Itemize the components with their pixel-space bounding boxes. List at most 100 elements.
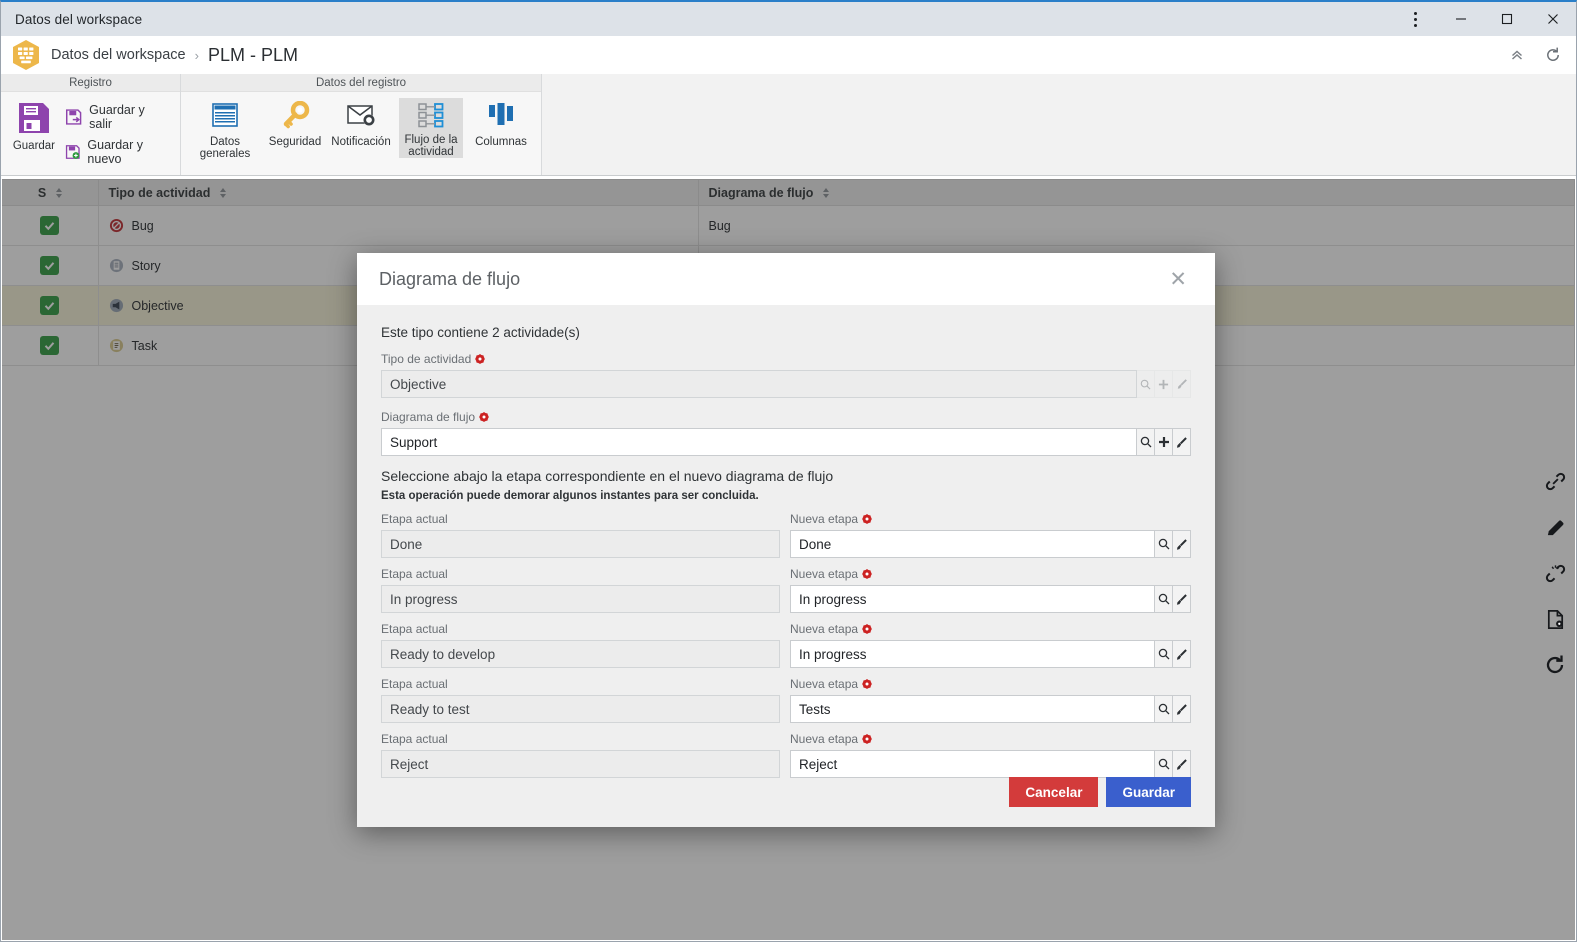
add-icon: [1158, 379, 1169, 389]
field-activity-type-row: Objective: [381, 370, 1191, 398]
new-stage-input[interactable]: In progress: [790, 585, 1155, 613]
activity-type-clear-button: [1173, 370, 1191, 398]
save-button-label: Guardar: [12, 140, 56, 152]
required-icon: [479, 412, 489, 422]
new-stage-label-text: Nueva etapa: [790, 622, 859, 636]
ribbon-group-registro: Registro Guardar Guardar y salir Guardar…: [1, 74, 181, 175]
seguridad-button[interactable]: Seguridad: [267, 98, 323, 148]
dialog-title: Diagrama de flujo: [379, 268, 521, 289]
application-window: Datos del workspace Datos del workspace …: [0, 0, 1577, 942]
new-stage-search-button[interactable]: [1155, 695, 1173, 723]
window-controls: [1392, 2, 1576, 36]
new-stage-search-button[interactable]: [1155, 585, 1173, 613]
new-stage-clear-button[interactable]: [1173, 585, 1191, 613]
save-and-new-label: Guardar y nuevo: [87, 138, 144, 166]
new-stage-label-text: Nueva etapa: [790, 677, 859, 691]
save-and-new-icon: [65, 145, 80, 159]
save-and-new-button[interactable]: Guardar y nuevo: [61, 136, 172, 168]
new-stage-label-text: Nueva etapa: [790, 732, 859, 746]
activity-flow-icon: [418, 103, 444, 128]
new-stage-search-button[interactable]: [1155, 640, 1173, 668]
new-stage-input[interactable]: In progress: [790, 640, 1155, 668]
general-data-icon: [212, 103, 238, 127]
save-button[interactable]: Guardar: [9, 96, 59, 152]
brush-icon: [1176, 703, 1187, 715]
new-stage-label: Nueva etapa: [790, 567, 1191, 581]
save-dialog-button[interactable]: Guardar: [1106, 777, 1191, 807]
save-and-exit-label: Guardar y salir: [89, 103, 145, 131]
required-icon: [862, 514, 872, 524]
maximize-icon: [1501, 13, 1513, 25]
search-icon: [1140, 379, 1151, 389]
datos-generales-button[interactable]: Datos generales: [193, 98, 257, 160]
ribbon-toolbar: Registro Guardar Guardar y salir Guardar…: [1, 74, 1576, 176]
activity-type-add-button: [1155, 370, 1173, 398]
brush-icon: [1176, 648, 1187, 660]
current-stage-label: Etapa actual: [381, 677, 448, 691]
current-stage-label: Etapa actual: [381, 567, 448, 581]
flow-diagram-search-button[interactable]: [1137, 428, 1155, 456]
new-stage-label-text: Nueva etapa: [790, 512, 859, 526]
cancel-button[interactable]: Cancelar: [1009, 777, 1099, 807]
save-icon: [18, 103, 49, 133]
new-stage-clear-button[interactable]: [1173, 750, 1191, 778]
field-activity-type-label: Tipo de actividad: [381, 352, 1191, 366]
columnas-button[interactable]: Columnas: [473, 98, 529, 148]
flujo-actividad-button[interactable]: Flujo de la actividad: [399, 98, 463, 158]
flow-diagram-add-button[interactable]: [1155, 428, 1173, 456]
ribbon-group-title: Registro: [1, 74, 180, 92]
new-stage-clear-button[interactable]: [1173, 640, 1191, 668]
add-icon: [1158, 437, 1169, 447]
brush-icon: [1176, 593, 1187, 605]
flow-diagram-clear-button[interactable]: [1173, 428, 1191, 456]
dialog-header: Diagrama de flujo ✕: [357, 253, 1215, 305]
refresh-icon: [1547, 47, 1559, 61]
notificacion-button[interactable]: Notificación: [331, 98, 391, 148]
new-stage-input[interactable]: Reject: [790, 750, 1155, 778]
current-stage-group: Etapa actual Reject: [381, 732, 780, 778]
window-minimize-button[interactable]: [1438, 2, 1484, 36]
stage-section-note: Esta operación puede demorar algunos ins…: [381, 490, 759, 502]
save-and-exit-icon: [65, 109, 82, 125]
field-activity-type: Tipo de actividad Objective: [381, 352, 1191, 398]
brush-icon: [1176, 538, 1187, 550]
new-stage-search-button[interactable]: [1155, 750, 1173, 778]
window-menu-button[interactable]: [1392, 2, 1438, 36]
current-stage-label: Etapa actual: [381, 732, 448, 746]
brush-icon: [1177, 379, 1187, 389]
field-label-text: Tipo de actividad: [381, 352, 472, 366]
dialog-close-button[interactable]: ✕: [1163, 265, 1193, 294]
window-tab-title[interactable]: Datos del workspace: [1, 12, 142, 27]
breadcrumb-root[interactable]: Datos del workspace: [51, 47, 186, 63]
close-icon: [1548, 14, 1558, 24]
new-stage-clear-button[interactable]: [1173, 695, 1191, 723]
new-stage-input[interactable]: Tests: [790, 695, 1155, 723]
new-stage-input[interactable]: Done: [790, 530, 1155, 558]
window-maximize-button[interactable]: [1484, 2, 1530, 36]
new-stage-group: Nueva etapa Tests: [790, 677, 1191, 723]
new-stage-group: Nueva etapa Done: [790, 512, 1191, 558]
current-stage-label: Etapa actual: [381, 622, 448, 636]
columnas-label: Columnas: [475, 136, 527, 148]
new-stage-search-button[interactable]: [1155, 530, 1173, 558]
flow-diagram-input[interactable]: Support: [381, 428, 1137, 456]
stage-mapping-list: Etapa actual Done Nueva etapa Done Etapa…: [381, 512, 1191, 787]
field-flow-diagram-row: Support: [381, 428, 1191, 456]
dialog-body: Este tipo contiene 2 actividade(s) Tipo …: [357, 305, 1215, 787]
new-stage-clear-button[interactable]: [1173, 530, 1191, 558]
collapse-ribbon-button[interactable]: [1502, 40, 1532, 70]
current-stage-input: Reject: [381, 750, 780, 778]
refresh-button[interactable]: [1538, 40, 1568, 70]
more-options-icon: [1413, 11, 1417, 27]
stage-section-title: Seleccione abajo la etapa correspondient…: [381, 468, 834, 484]
current-stage-group: Etapa actual Ready to test: [381, 677, 780, 723]
ribbon-small-buttons: Guardar y salir Guardar y nuevo: [61, 96, 172, 168]
new-stage-label: Nueva etapa: [790, 732, 1191, 746]
brush-icon: [1176, 436, 1187, 448]
brush-icon: [1176, 758, 1187, 770]
window-close-button[interactable]: [1530, 2, 1576, 36]
save-and-exit-button[interactable]: Guardar y salir: [61, 101, 172, 133]
required-icon: [475, 354, 485, 364]
seguridad-label: Seguridad: [268, 136, 322, 148]
new-stage-label: Nueva etapa: [790, 677, 1191, 691]
